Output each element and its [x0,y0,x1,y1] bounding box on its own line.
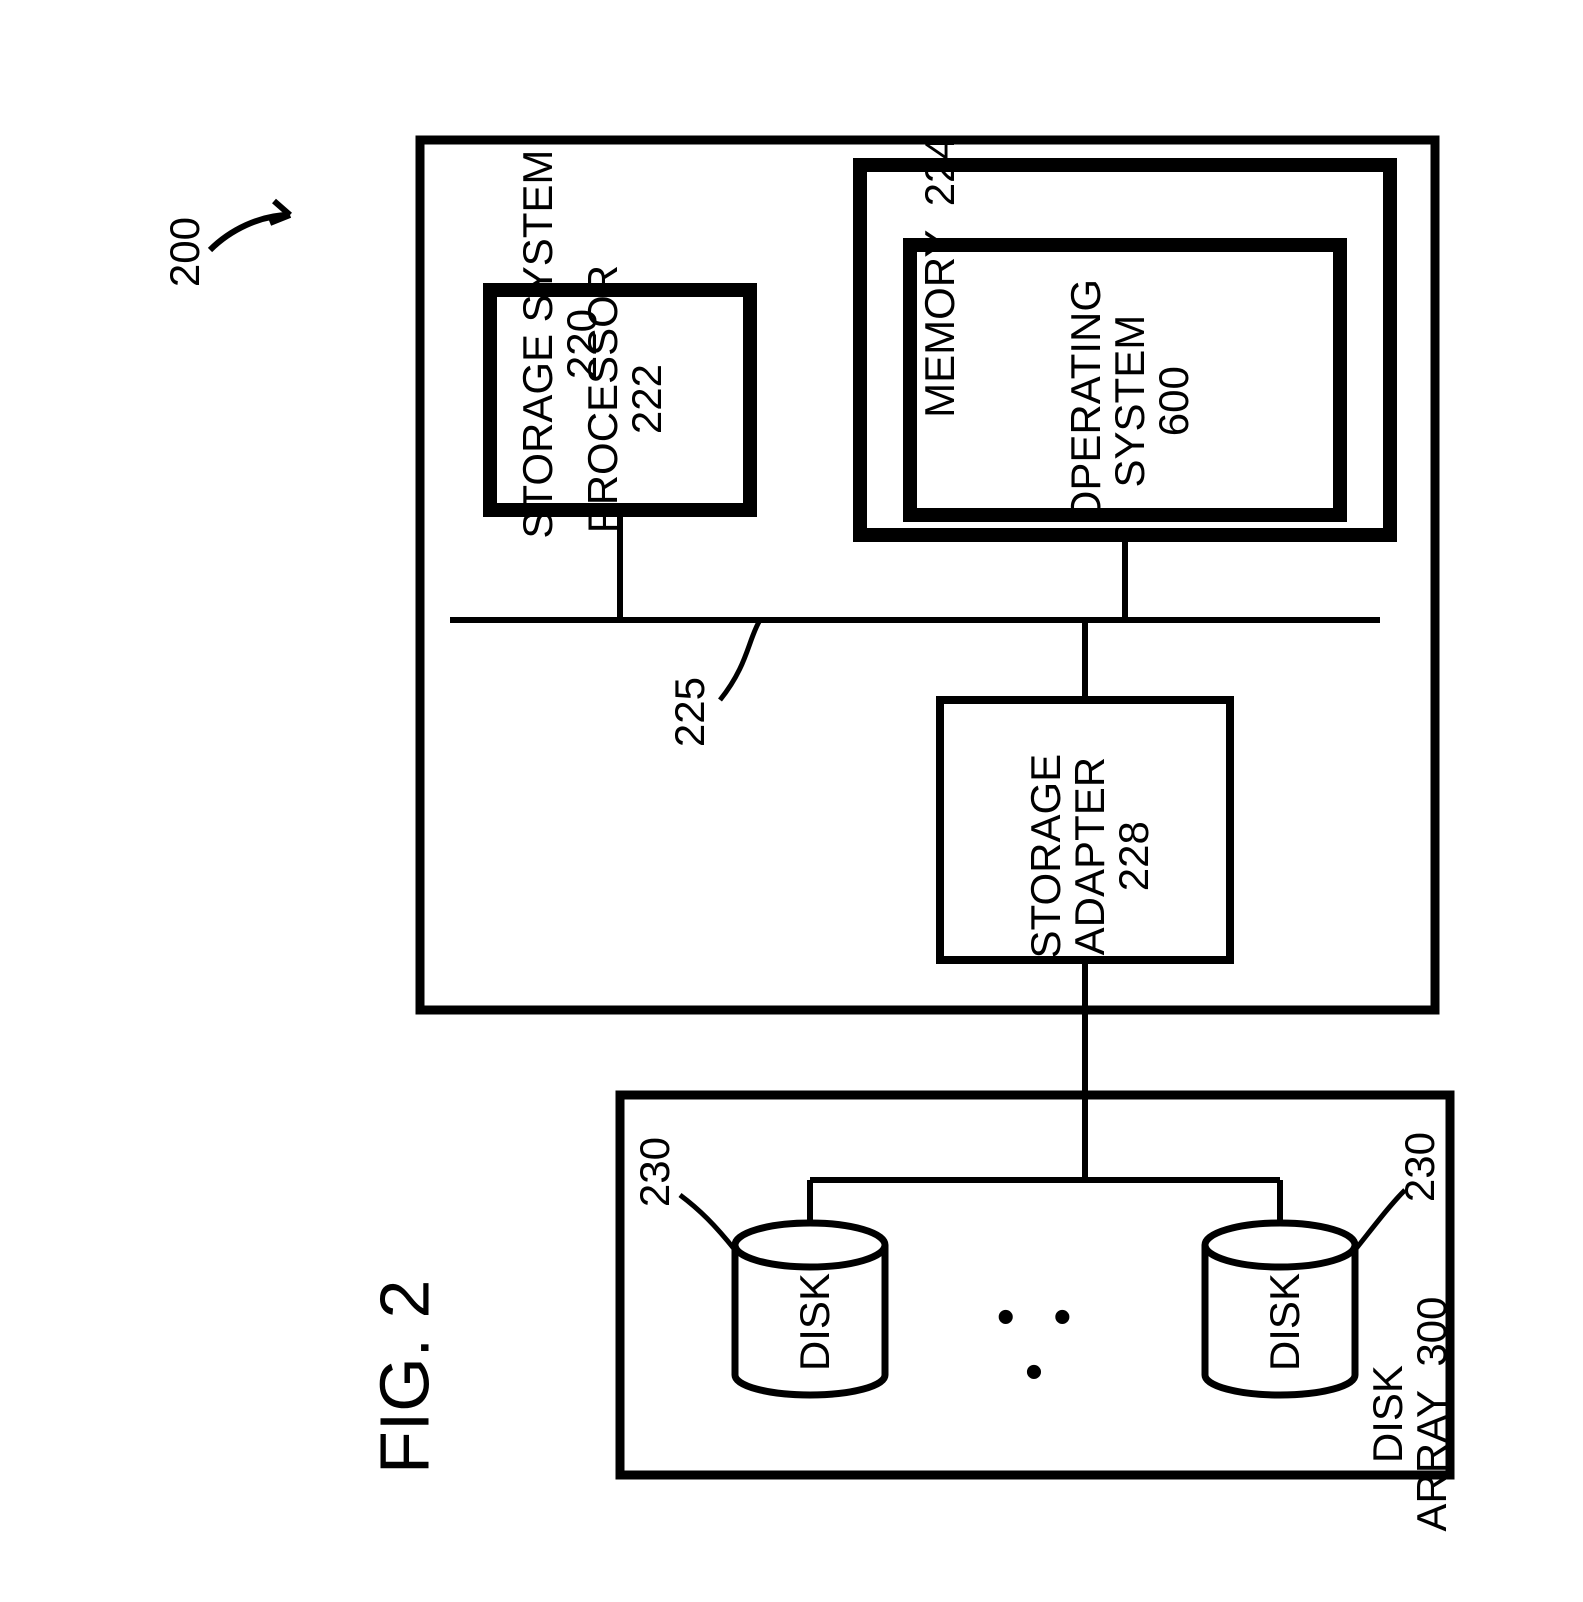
memory-ref: 224 [916,136,963,206]
adapter-ref: 228 [1110,821,1157,891]
processor-ref: 222 [623,364,670,434]
figure-ref-arrow [210,201,290,250]
figure-caption: FIG. 2 [368,1247,442,1507]
os-ref: 600 [1150,366,1197,436]
adapter-label-block: STORAGE ADAPTER 228 [1024,726,1156,986]
memory-label-block: MEMORY 224 [918,127,962,427]
os-label-line1: OPERATING [1062,279,1109,523]
bus-ref: 225 [668,662,712,762]
disk-array-ref: 300 [1408,1297,1455,1367]
leftdisk-ref-leader [680,1195,735,1250]
processor-label-block: PROCESSOR 222 [581,259,669,539]
right-disk-ref: 230 [1398,1117,1442,1217]
disk-ellipsis: • • • [970,1290,1110,1399]
memory-label: MEMORY [916,230,963,418]
adapter-label-line2: ADAPTER [1066,757,1113,955]
adapter-label-line1: STORAGE [1022,754,1069,959]
disk-array-label: DISK ARRAY [1364,1365,1455,1532]
os-label-block: OPERATING SYSTEM 600 [1064,271,1196,531]
os-label-line2: SYSTEM [1106,315,1153,488]
right-disk-label: DISK [1263,1262,1307,1382]
left-disk-ref: 230 [633,1122,677,1222]
diagram-page: 200 STORAGE SYSTEM 220 PROCESSOR 222 MEM… [0,0,1583,1602]
storage-system-label: STORAGE SYSTEM [514,150,561,539]
bus-ref-leader [720,620,760,700]
left-disk-label: DISK [793,1262,837,1382]
disk-array-title: DISK ARRAY 300 [1366,1244,1454,1584]
processor-label: PROCESSOR [579,265,626,533]
figure-ref: 200 [163,202,207,302]
